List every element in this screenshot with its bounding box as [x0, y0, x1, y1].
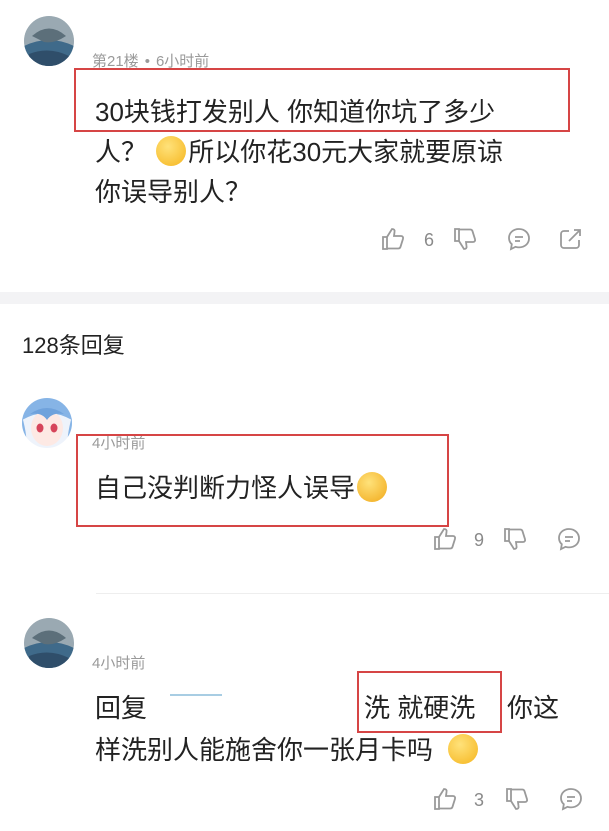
avatar[interactable]: [24, 618, 74, 668]
reply-time: 4小时前: [92, 655, 146, 672]
reply-line-2-text: 样洗别人能施舍你一张月卡吗: [95, 735, 434, 765]
like-button[interactable]: [432, 526, 458, 552]
reply-count-label: 128条回复: [22, 333, 125, 358]
comment-line-2-prefix: 人？: [95, 137, 148, 167]
comment-line-2-text: 所以你花30元大家就要原谅: [188, 137, 504, 167]
comment-bubble-icon: [508, 228, 530, 251]
comment-actions: 6: [380, 226, 590, 256]
comment-bubble-icon: [558, 528, 580, 551]
dislike-button[interactable]: [452, 226, 478, 252]
like-count: 3: [474, 790, 485, 810]
thumbs-up-icon: [434, 528, 457, 550]
highlight-box-reply: [76, 434, 449, 527]
thinking-emoji-icon: [156, 136, 187, 166]
avatar[interactable]: [22, 398, 72, 448]
reply-separator: [96, 593, 609, 594]
reply-line-1-tail: 你这: [507, 693, 560, 723]
reply-actions: 9: [432, 526, 592, 556]
thinking-emoji-icon: [448, 734, 479, 764]
avatar[interactable]: [24, 16, 74, 66]
reply-prefix: 回复: [95, 693, 148, 723]
reply-line-2: 样洗别人能施舍你一张月卡吗: [95, 730, 480, 770]
thumbs-down-icon: [506, 788, 529, 810]
share-icon: [560, 229, 581, 249]
reply-button[interactable]: [556, 526, 582, 552]
thumbs-down-icon: [454, 228, 477, 250]
thumbs-up-icon: [382, 228, 405, 250]
reply-button[interactable]: [506, 226, 532, 252]
like-button[interactable]: [380, 226, 406, 252]
comment-line-2: 人？ 所以你花30元大家就要原谅: [95, 132, 503, 172]
comment-bubble-icon: [560, 788, 582, 811]
dislike-button[interactable]: [502, 526, 528, 552]
like-button[interactable]: [432, 786, 458, 812]
share-button[interactable]: [558, 226, 584, 252]
like-count: 9: [474, 530, 485, 550]
redacted-username: [170, 694, 222, 700]
thumbs-up-icon: [434, 788, 457, 810]
dislike-button[interactable]: [504, 786, 530, 812]
section-divider: [0, 292, 609, 304]
like-count: 6: [424, 230, 435, 250]
highlight-box-comment: [74, 68, 570, 132]
reply-button[interactable]: [558, 786, 584, 812]
highlight-box-reply: [357, 671, 502, 733]
thumbs-down-icon: [504, 528, 527, 550]
reply-actions: 3: [432, 786, 592, 816]
comment-line-3: 你误导别人？: [95, 177, 252, 207]
